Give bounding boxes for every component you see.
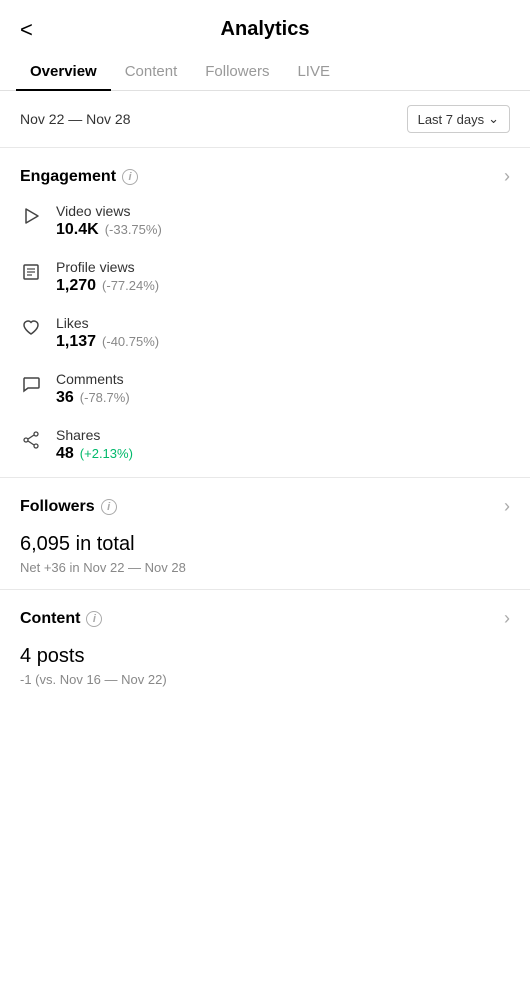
metric-profile-views-change: (-77.24%) [102,278,159,293]
metric-profile-views: Profile views 1,270 (-77.24%) [20,259,510,295]
content-title: Content [20,610,80,628]
engagement-chevron-icon[interactable]: › [504,166,510,187]
back-button[interactable]: < [20,17,33,43]
metric-comments-value: 36 [56,389,74,407]
engagement-section: Engagement i › Video views 10.4K (-33.75… [0,148,530,478]
metric-profile-views-content: Profile views 1,270 (-77.24%) [56,259,159,295]
metric-shares-change: (+2.13%) [80,446,133,461]
metric-likes-content: Likes 1,137 (-40.75%) [56,315,159,351]
metric-video-views-value-row: 10.4K (-33.75%) [56,221,162,239]
metric-comments-label: Comments [56,371,130,387]
metric-shares-label: Shares [56,427,133,443]
followers-total: 6,095 in total [20,533,510,556]
followers-title: Followers [20,498,95,516]
date-row: Nov 22 — Nov 28 Last 7 days ⌄ [0,91,530,148]
engagement-section-header: Engagement i › [20,166,510,187]
metric-comments-content: Comments 36 (-78.7%) [56,371,130,407]
play-icon [20,205,42,227]
content-posts-value: 4 [20,645,31,667]
metric-profile-views-value-row: 1,270 (-77.24%) [56,277,159,295]
content-title-row: Content i [20,610,102,628]
followers-section-header: Followers i › [20,496,510,517]
content-posts-label: posts [37,645,85,667]
metric-likes-value: 1,137 [56,333,96,351]
page-title: Analytics [221,18,310,41]
tab-live[interactable]: LIVE [283,53,344,90]
followers-section: Followers i › 6,095 in total Net +36 in … [0,478,530,590]
share-icon [20,429,42,451]
date-range-text: Nov 22 — Nov 28 [20,111,131,127]
metric-video-views-label: Video views [56,203,162,219]
content-section-header: Content i › [20,608,510,629]
header: < Analytics [0,0,530,53]
followers-total-value: 6,095 [20,533,70,555]
metric-comments-value-row: 36 (-78.7%) [56,389,130,407]
content-chevron-icon[interactable]: › [504,608,510,629]
metric-likes-label: Likes [56,315,159,331]
followers-info-icon[interactable]: i [101,499,117,515]
followers-title-row: Followers i [20,498,117,516]
chevron-down-icon: ⌄ [488,111,499,127]
date-selector-button[interactable]: Last 7 days ⌄ [407,105,510,133]
metric-likes-value-row: 1,137 (-40.75%) [56,333,159,351]
metric-likes: Likes 1,137 (-40.75%) [20,315,510,351]
metric-likes-change: (-40.75%) [102,334,159,349]
tab-content[interactable]: Content [111,53,192,90]
metric-profile-views-label: Profile views [56,259,159,275]
tabs-bar: Overview Content Followers LIVE [0,53,530,91]
heart-icon [20,317,42,339]
metric-shares-content: Shares 48 (+2.13%) [56,427,133,463]
content-compare-text: -1 (vs. Nov 16 — Nov 22) [20,672,510,687]
engagement-title: Engagement [20,168,116,186]
content-info-icon[interactable]: i [86,611,102,627]
metric-video-views-change: (-33.75%) [105,222,162,237]
followers-net-text: Net +36 in Nov 22 — Nov 28 [20,560,510,575]
date-selector-label: Last 7 days [418,112,485,127]
metric-shares-value-row: 48 (+2.13%) [56,445,133,463]
content-posts: 4 posts [20,645,510,668]
comment-icon [20,373,42,395]
profile-icon [20,261,42,283]
engagement-title-row: Engagement i [20,168,138,186]
metric-shares: Shares 48 (+2.13%) [20,427,510,463]
metric-comments: Comments 36 (-78.7%) [20,371,510,407]
tab-followers[interactable]: Followers [191,53,283,90]
followers-chevron-icon[interactable]: › [504,496,510,517]
engagement-info-icon[interactable]: i [122,169,138,185]
metric-video-views: Video views 10.4K (-33.75%) [20,203,510,239]
metric-comments-change: (-78.7%) [80,390,130,405]
metric-profile-views-value: 1,270 [56,277,96,295]
tab-overview[interactable]: Overview [16,53,111,90]
metric-video-views-value: 10.4K [56,221,99,239]
metric-video-views-content: Video views 10.4K (-33.75%) [56,203,162,239]
content-section: Content i › 4 posts -1 (vs. Nov 16 — Nov… [0,590,530,701]
metric-shares-value: 48 [56,445,74,463]
followers-total-label: in total [76,533,135,555]
